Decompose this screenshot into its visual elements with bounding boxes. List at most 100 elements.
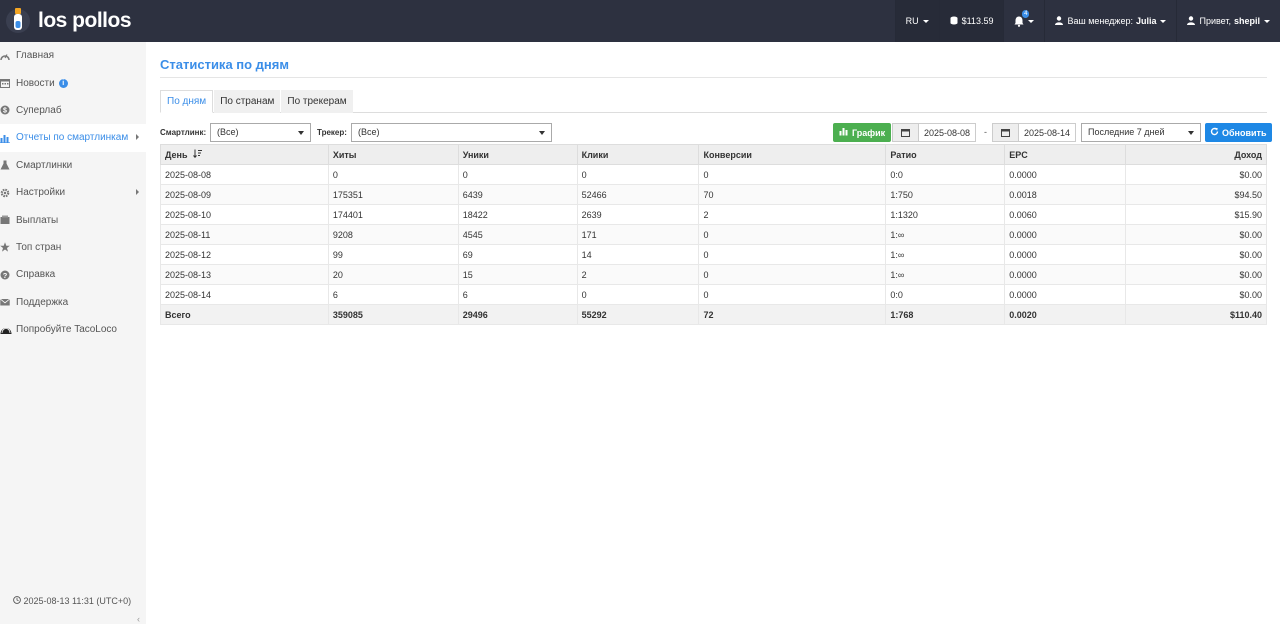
refresh-button-label: Обновить <box>1222 127 1267 138</box>
sidebar-item-label: Настройки <box>16 187 66 199</box>
cell-conversions: 0 <box>698 284 887 305</box>
column-header-revenue[interactable]: Доход <box>1125 144 1267 165</box>
cell-conversions: 70 <box>698 184 887 205</box>
tab-bar: По дням По странам По трекерам <box>160 90 1267 113</box>
cell-conversions: 0 <box>698 244 887 265</box>
tab-by-countries[interactable]: По странам <box>214 90 281 113</box>
sidebar-item-news[interactable]: Новости i <box>0 69 146 96</box>
cell-hits: 174401 <box>327 204 459 225</box>
user-menu-dropdown[interactable]: Привет, shepil <box>1176 0 1280 42</box>
sidebar-item-top-countries[interactable]: Топ стран <box>0 234 146 261</box>
table-total-row: Всего 359085 29496 55292 72 1:768 0.0020 $110.4… <box>160 304 1267 325</box>
sidebar: Главная Новости i $ Суперлаб Отчеты по с… <box>0 42 146 624</box>
table-row: 2025-08-11 9208 4545 171 0 1:∞ 0.0000 $0.00 <box>160 224 1267 245</box>
column-header-conversions[interactable]: Конверсии <box>698 144 887 165</box>
balance-display[interactable]: $113.59 <box>938 0 1004 42</box>
stats-table: День Хиты Уники Клики Конверсии Ратио EP… <box>160 144 1267 325</box>
sidebar-item-tacoloco[interactable]: Попробуйте TacoLoco <box>0 316 146 343</box>
refresh-button[interactable]: Обновить <box>1205 123 1272 142</box>
user-icon <box>1187 15 1196 27</box>
chevron-down-icon <box>1028 19 1035 23</box>
gear-icon <box>0 188 16 198</box>
cell-revenue: $0.00 <box>1125 244 1267 265</box>
sidebar-item-label: Отчеты по смартлинкам <box>16 132 129 144</box>
column-header-ratio[interactable]: Ратио <box>885 144 1006 165</box>
cell-ratio: 1:∞ <box>885 224 1006 245</box>
graph-button[interactable]: График <box>833 123 892 142</box>
bar-chart-icon <box>0 133 16 143</box>
table-row: 2025-08-10 174401 18422 2639 2 1:1320 0.0060 $1… <box>160 204 1267 225</box>
cell-ratio: 0:0 <box>885 164 1006 185</box>
flask-icon <box>0 160 16 170</box>
sidebar-item-superlab[interactable]: $ Суперлаб <box>0 97 146 124</box>
sidebar-item-home[interactable]: Главная <box>0 42 146 69</box>
sidebar-item-help[interactable]: ? Справка <box>0 261 146 288</box>
cell-clicks: 2 <box>576 264 700 285</box>
manager-name: Julia <box>1135 16 1157 26</box>
cell-clicks: 0 <box>576 164 700 185</box>
notifications-button[interactable]: 4 <box>1003 0 1044 42</box>
language-dropdown[interactable]: RU <box>894 0 939 42</box>
cell-day: 2025-08-11 <box>160 224 329 245</box>
payments-icon <box>0 215 16 225</box>
server-time: 2025-08-13 11:31 (UTC+0) <box>13 596 131 606</box>
cell-uniques: 0 <box>457 164 578 185</box>
date-to-field[interactable]: 2025-08-14 <box>992 123 1077 142</box>
cell-hits: 175351 <box>327 184 459 205</box>
cell-ratio: 1:∞ <box>885 264 1006 285</box>
cell-day: 2025-08-13 <box>160 264 329 285</box>
sidebar-item-label: Новости <box>16 77 55 89</box>
question-icon: ? <box>0 270 16 280</box>
tab-by-trackers[interactable]: По трекерам <box>281 90 353 113</box>
total-cell-revenue: $110.40 <box>1125 304 1267 325</box>
cell-conversions: 0 <box>698 164 887 185</box>
svg-text:$: $ <box>3 108 7 115</box>
column-header-clicks[interactable]: Клики <box>576 144 700 165</box>
period-select-value: Последние 7 дней <box>1088 127 1165 137</box>
server-time-value: 2025-08-13 11:31 (UTC+0) <box>23 596 132 606</box>
cell-epc: 0.0018 <box>1004 184 1127 205</box>
balance-value: $113.59 <box>961 16 994 26</box>
cell-uniques: 6439 <box>457 184 578 205</box>
logo-text: los pollos <box>38 9 132 32</box>
date-from-field[interactable]: 2025-08-08 <box>892 123 977 142</box>
cell-epc: 0.0000 <box>1004 264 1127 285</box>
sidebar-item-smartlink-reports[interactable]: Отчеты по смартлинкам <box>0 124 146 152</box>
language-label: RU <box>905 16 919 26</box>
chevron-down-icon <box>1188 131 1194 135</box>
column-header-epc[interactable]: EPC <box>1004 144 1127 165</box>
sidebar-collapse-icon[interactable]: ‹ <box>137 614 140 624</box>
svg-text:?: ? <box>3 271 8 280</box>
sidebar-item-settings[interactable]: Настройки <box>0 179 146 206</box>
logo-bottle-icon <box>6 4 30 38</box>
cell-revenue: $0.00 <box>1125 284 1267 305</box>
smartlink-select-value: (Все) <box>217 127 239 137</box>
tracker-select[interactable]: (Все) <box>351 123 552 142</box>
user-icon <box>1055 15 1064 27</box>
smartlink-select[interactable]: (Все) <box>210 123 311 142</box>
total-cell-clicks: 55292 <box>576 304 700 325</box>
notification-count-badge: 4 <box>1022 9 1030 18</box>
column-header-uniques[interactable]: Уники <box>457 144 578 165</box>
manager-dropdown[interactable]: Ваш менеджер: Julia <box>1044 0 1176 42</box>
column-header-day[interactable]: День <box>160 144 329 165</box>
cell-conversions: 0 <box>698 264 887 285</box>
chevron-right-icon <box>136 188 139 195</box>
tab-by-days[interactable]: По дням <box>160 90 214 113</box>
sidebar-item-payouts[interactable]: Выплаты <box>0 206 146 233</box>
column-header-hits[interactable]: Хиты <box>327 144 459 165</box>
smartlink-filter-label: Смартлинк: <box>160 128 207 137</box>
cell-uniques: 69 <box>457 244 578 265</box>
dashboard-icon <box>0 51 16 61</box>
cell-epc: 0.0000 <box>1004 224 1127 245</box>
sidebar-item-smartlinks[interactable]: Смартлинки <box>0 152 146 179</box>
star-icon <box>0 242 16 253</box>
dollar-icon: $ <box>0 105 16 115</box>
tracker-select-value: (Все) <box>358 127 380 137</box>
tracker-filter-label: Трекер: <box>317 128 347 137</box>
total-cell-epc: 0.0020 <box>1004 304 1127 325</box>
logo[interactable]: los pollos <box>6 4 132 38</box>
sidebar-item-support[interactable]: Поддержка <box>0 289 146 316</box>
chevron-down-icon <box>1160 19 1167 23</box>
period-select[interactable]: Последние 7 дней <box>1081 123 1201 142</box>
